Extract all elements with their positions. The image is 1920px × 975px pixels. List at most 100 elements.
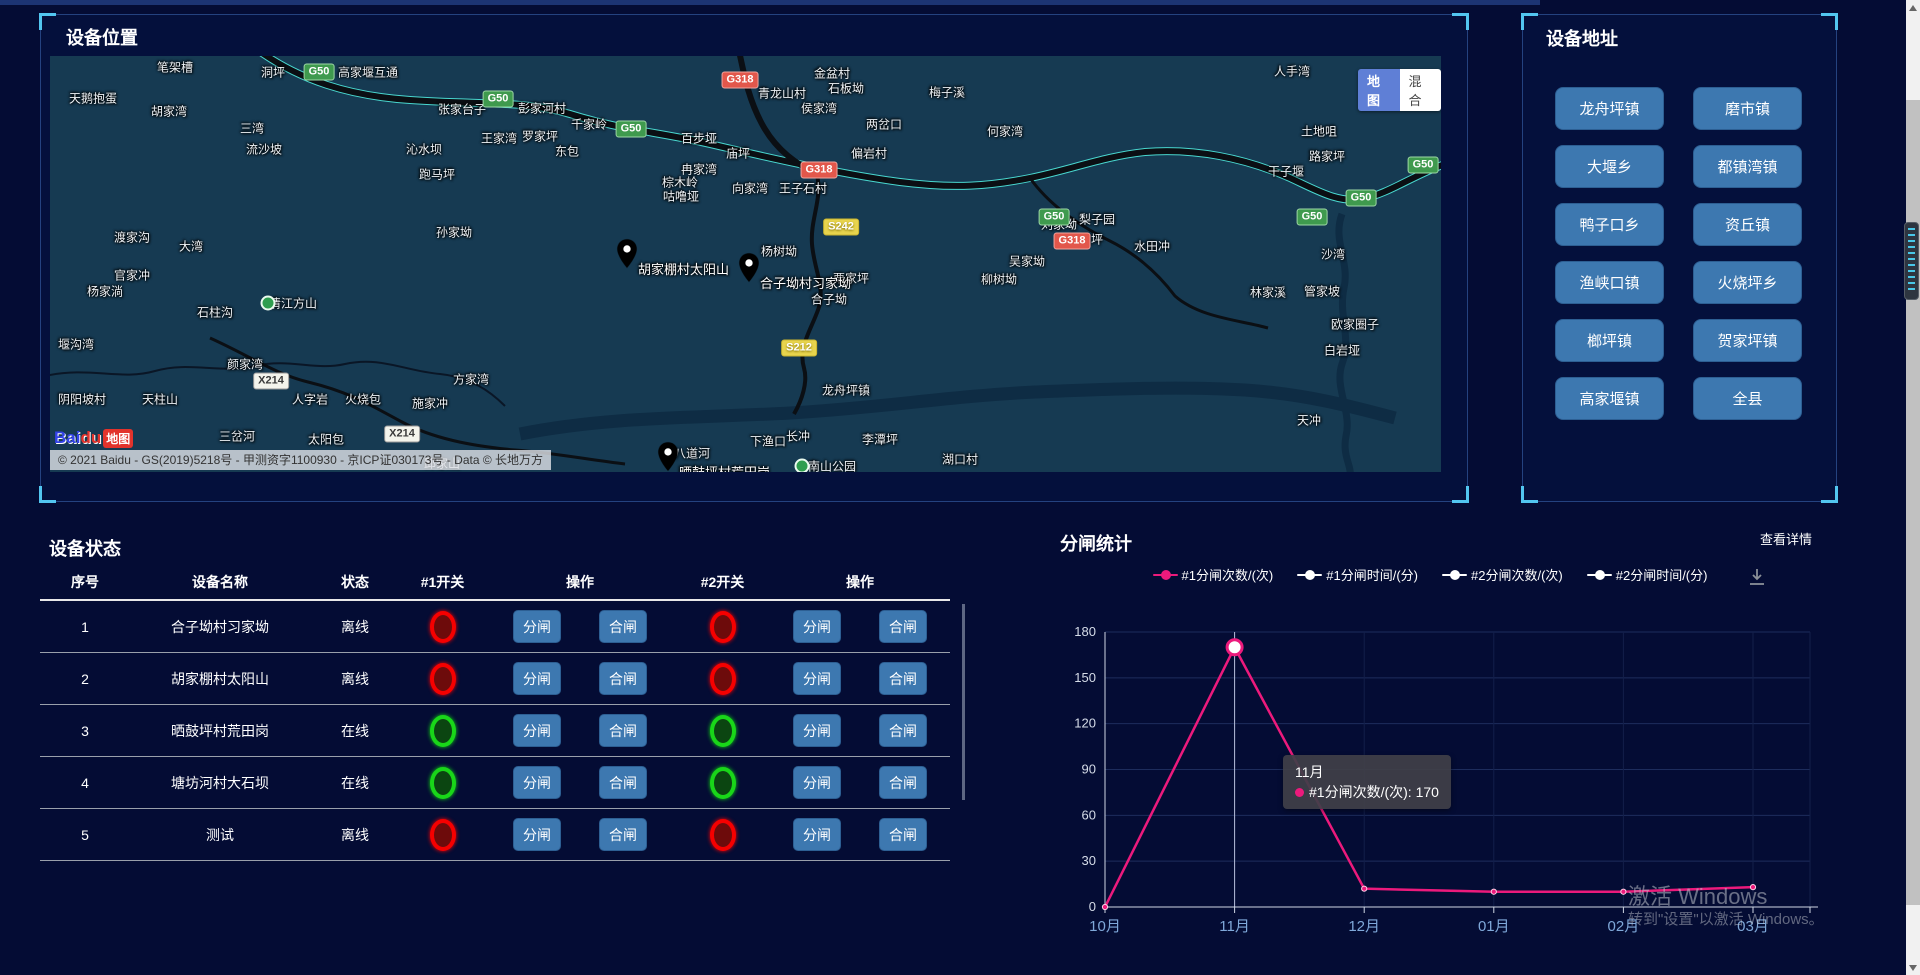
- address-town-button[interactable]: 资丘镇: [1693, 203, 1802, 246]
- address-button-grid: 龙舟坪镇 磨市镇 大堰乡 都镇湾镇 鸭子口乡 资丘镇 渔峡口镇 火烧坪乡 榔坪镇…: [1555, 87, 1802, 420]
- cell-status: 离线: [310, 617, 400, 637]
- address-town-button[interactable]: 火烧坪乡: [1693, 261, 1802, 304]
- map-place-label: 林家溪: [1250, 284, 1286, 301]
- device-marker-label: 晒鼓坪村荒田岗: [679, 462, 770, 472]
- switch1-open-button[interactable]: 分闸: [513, 610, 561, 643]
- corner-bracket: [1452, 486, 1469, 503]
- map-place-label: 三湾: [240, 120, 264, 137]
- switch1-indicator: [430, 767, 456, 799]
- pin-icon: [738, 252, 760, 284]
- road-badge: G50: [1408, 157, 1439, 174]
- map-panel-title: 设备位置: [66, 24, 138, 50]
- svg-text:30: 30: [1082, 853, 1096, 868]
- windows-activation-watermark-sub: 转到"设置"以激活 Windows。: [1628, 908, 1824, 929]
- map-place-label: 梨子园: [1079, 211, 1115, 228]
- switch1-close-button[interactable]: 合闸: [599, 662, 647, 695]
- switch1-close-button[interactable]: 合闸: [599, 610, 647, 643]
- map-place-label: 南山公园: [808, 458, 856, 473]
- switch2-close-button[interactable]: 合闸: [879, 766, 927, 799]
- road-badge: X214: [384, 426, 420, 443]
- cell-status: 离线: [310, 825, 400, 845]
- svg-text:11月: 11月: [1219, 918, 1250, 935]
- address-town-button[interactable]: 都镇湾镇: [1693, 145, 1802, 188]
- road-badge: G50: [483, 91, 514, 108]
- device-status-section: 设备状态 序号 设备名称 状态 #1开关 操作 #2开关 操作 1 合子坳村习家…: [40, 527, 975, 867]
- map-place-label: 沙湾: [1321, 246, 1345, 263]
- map-place-label: 胡家湾: [151, 103, 187, 120]
- address-town-button[interactable]: 渔峡口镇: [1555, 261, 1664, 304]
- map-place-label: 火烧包: [345, 391, 381, 408]
- switch2-open-button[interactable]: 分闸: [793, 766, 841, 799]
- switch1-close-button[interactable]: 合闸: [599, 714, 647, 747]
- map-place-label: 孙家坳: [436, 224, 472, 241]
- baidu-logo: Baidu 地图: [54, 428, 133, 448]
- address-town-button[interactable]: 全县: [1693, 377, 1802, 420]
- switch2-open-button[interactable]: 分闸: [793, 662, 841, 695]
- address-town-button[interactable]: 高家堰镇: [1555, 377, 1664, 420]
- address-town-button[interactable]: 大堰乡: [1555, 145, 1664, 188]
- switch2-close-button[interactable]: 合闸: [879, 610, 927, 643]
- scrollbar-down-arrow[interactable]: [1909, 965, 1917, 971]
- map-place-label: 何家湾: [987, 123, 1023, 140]
- map-place-label: 官家冲: [114, 267, 150, 284]
- map-place-label: 长冲: [786, 428, 810, 445]
- map-place-label: 阴阳坡村: [58, 391, 106, 408]
- device-marker-pin[interactable]: 合子坳村习家坳: [738, 252, 760, 284]
- switch1-indicator: [430, 715, 456, 747]
- map-place-label: 高家堰互通: [338, 64, 398, 81]
- cell-index: 4: [40, 775, 130, 791]
- switch2-open-button[interactable]: 分闸: [793, 714, 841, 747]
- map-place-label: 吴家坳: [1009, 253, 1045, 270]
- baidu-map[interactable]: 笔架槽 洞坪 高家堰互通 天鹅抱蛋 胡家湾 三湾 流沙坡 沁水坝 张家台子 彭家…: [50, 56, 1441, 472]
- switch1-indicator: [430, 819, 456, 851]
- switch1-open-button[interactable]: 分闸: [513, 818, 561, 851]
- cell-index: 3: [40, 723, 130, 739]
- device-marker-pin[interactable]: 晒鼓坪村荒田岗: [657, 441, 679, 472]
- trip-statistics-section: 分闸统计 查看详情 #1分闸次数/(次) #1分闸时间/(分): [1035, 527, 1825, 967]
- switch1-close-button[interactable]: 合闸: [599, 818, 647, 851]
- corner-bracket: [1821, 486, 1838, 503]
- switch2-open-button[interactable]: 分闸: [793, 610, 841, 643]
- map-place-label: 罗家坪: [522, 128, 558, 145]
- switch1-open-button[interactable]: 分闸: [513, 766, 561, 799]
- baidu-logo-text2: du: [80, 428, 101, 448]
- map-place-label: 侯家湾: [801, 100, 837, 117]
- switch2-close-button[interactable]: 合闸: [879, 818, 927, 851]
- table-row: 2 胡家棚村太阳山 离线 分闸 合闸 分闸 合闸: [40, 653, 950, 705]
- address-town-button[interactable]: 鸭子口乡: [1555, 203, 1664, 246]
- switch1-open-button[interactable]: 分闸: [513, 662, 561, 695]
- cell-device-name: 晒鼓坪村荒田岗: [130, 721, 310, 741]
- park-icon: [795, 459, 810, 473]
- address-town-button[interactable]: 龙舟坪镇: [1555, 87, 1664, 130]
- device-marker-pin[interactable]: 胡家棚村太阳山: [616, 238, 638, 270]
- address-town-button[interactable]: 磨市镇: [1693, 87, 1802, 130]
- table-scrollbar[interactable]: [962, 604, 965, 800]
- switch2-close-button[interactable]: 合闸: [879, 714, 927, 747]
- map-place-label: 堰沟湾: [58, 336, 94, 353]
- map-place-label: 沁水坝: [406, 141, 442, 158]
- tooltip-value-line: #1分闸次数/(次): 170: [1295, 782, 1439, 802]
- road-badge: G318: [801, 162, 838, 179]
- corner-bracket: [1821, 13, 1838, 30]
- switch1-open-button[interactable]: 分闸: [513, 714, 561, 747]
- col-header-op1: 操作: [485, 572, 675, 592]
- switch2-close-button[interactable]: 合闸: [879, 662, 927, 695]
- svg-text:60: 60: [1082, 807, 1096, 822]
- address-town-button[interactable]: 榔坪镇: [1555, 319, 1664, 362]
- road-badge: G50: [1297, 209, 1328, 226]
- table-row: 1 合子坳村习家坳 离线 分闸 合闸 分闸 合闸: [40, 601, 950, 653]
- status-section-title: 设备状态: [49, 535, 121, 561]
- switch2-open-button[interactable]: 分闸: [793, 818, 841, 851]
- map-place-label: 偏岩村: [851, 145, 887, 162]
- device-marker-label: 胡家棚村太阳山: [638, 259, 729, 278]
- map-place-label: 杨家淌: [87, 283, 123, 300]
- map-place-label: 白岩垭: [1324, 342, 1360, 359]
- map-type-map-button[interactable]: 地图: [1358, 69, 1400, 111]
- switch1-close-button[interactable]: 合闸: [599, 766, 647, 799]
- map-type-hybrid-button[interactable]: 混合: [1400, 69, 1442, 111]
- corner-bracket: [39, 13, 56, 30]
- address-town-button[interactable]: 贺家坪镇: [1693, 319, 1802, 362]
- scrollbar-up-arrow[interactable]: [1909, 5, 1917, 11]
- pin-icon: [657, 441, 679, 472]
- page-scrollbar-thumb[interactable]: [1906, 100, 1920, 905]
